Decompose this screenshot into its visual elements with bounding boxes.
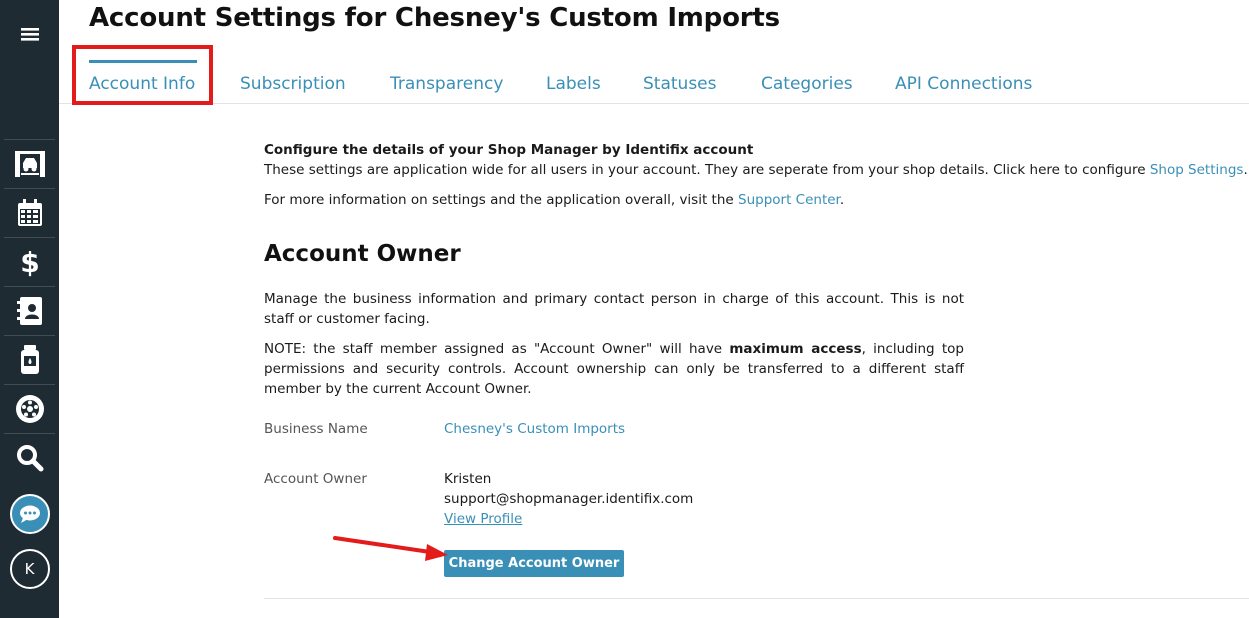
business-name-link[interactable]: Chesney's Custom Imports	[444, 419, 625, 439]
annotation-highlight-box	[72, 45, 213, 105]
business-name-label: Business Name	[264, 421, 368, 437]
intro-text: These settings are application wide for …	[264, 160, 1248, 180]
owner-email: support@shopmanager.identifix.com	[444, 491, 694, 507]
contacts-icon	[16, 297, 42, 325]
account-owner-note: NOTE: the staff member assigned as "Acco…	[264, 339, 964, 399]
tab-labels[interactable]: Labels	[546, 74, 601, 94]
page-title: Account Settings for Chesney's Custom Im…	[89, 3, 780, 33]
owner-name: Kristen	[444, 471, 492, 487]
avatar: K	[9, 549, 50, 589]
view-profile-link[interactable]: View Profile	[444, 509, 522, 529]
sidebar-item-search[interactable]	[0, 434, 59, 482]
menu-icon	[20, 28, 39, 41]
tab-api-connections[interactable]: API Connections	[895, 74, 1032, 94]
tab-categories[interactable]: Categories	[761, 74, 853, 94]
support-center-link[interactable]: Support Center	[738, 192, 840, 208]
tab-statuses[interactable]: Statuses	[643, 74, 717, 94]
account-owner-description: Manage the business information and prim…	[264, 291, 964, 327]
change-account-owner-button[interactable]: Change Account Owner	[444, 550, 624, 577]
sidebar-item-inventory[interactable]	[0, 336, 59, 384]
sidebar-item-lift[interactable]	[0, 140, 59, 188]
sidebar: $ K	[0, 0, 59, 618]
search-icon	[16, 445, 43, 472]
menu-button[interactable]	[0, 12, 59, 56]
intro-text-body: These settings are application wide for …	[264, 162, 1150, 178]
annotation-arrow	[333, 536, 448, 561]
tire-icon	[15, 395, 44, 423]
more-info-body: For more information on settings and the…	[264, 192, 738, 208]
more-info-end: .	[839, 192, 845, 208]
account-owner-label: Account Owner	[264, 471, 367, 487]
oil-can-icon	[20, 345, 39, 374]
section-title-account-owner: Account Owner	[264, 241, 461, 267]
sidebar-item-contacts[interactable]	[0, 287, 59, 335]
sidebar-item-billing[interactable]: $	[0, 238, 59, 286]
note-bold-text: maximum access	[729, 341, 862, 357]
lift-icon	[14, 151, 45, 177]
shop-settings-link[interactable]: Shop Settings	[1150, 162, 1244, 178]
avatar-letter: K	[24, 560, 35, 578]
chat-icon	[19, 505, 40, 523]
tab-subscription[interactable]: Subscription	[240, 74, 346, 94]
sidebar-item-parts[interactable]	[0, 385, 59, 433]
intro-title: Configure the details of your Shop Manag…	[264, 142, 754, 158]
settings-tabs: Account Info Subscription Transparency L…	[59, 56, 1249, 104]
more-info-text: For more information on settings and the…	[264, 190, 844, 210]
calendar-icon	[17, 199, 42, 226]
note-text-start: NOTE: the staff member assigned as "Acco…	[264, 341, 730, 357]
sidebar-item-calendar[interactable]	[0, 189, 59, 237]
intro-text-end: .	[1243, 162, 1248, 178]
dollar-icon: $	[20, 246, 39, 278]
user-avatar-button[interactable]: K	[0, 546, 59, 592]
svg-text:$: $	[20, 246, 39, 278]
tab-transparency[interactable]: Transparency	[390, 74, 503, 94]
chat-button[interactable]	[0, 491, 59, 537]
section-divider	[264, 598, 1249, 599]
chat-circle	[9, 494, 50, 534]
